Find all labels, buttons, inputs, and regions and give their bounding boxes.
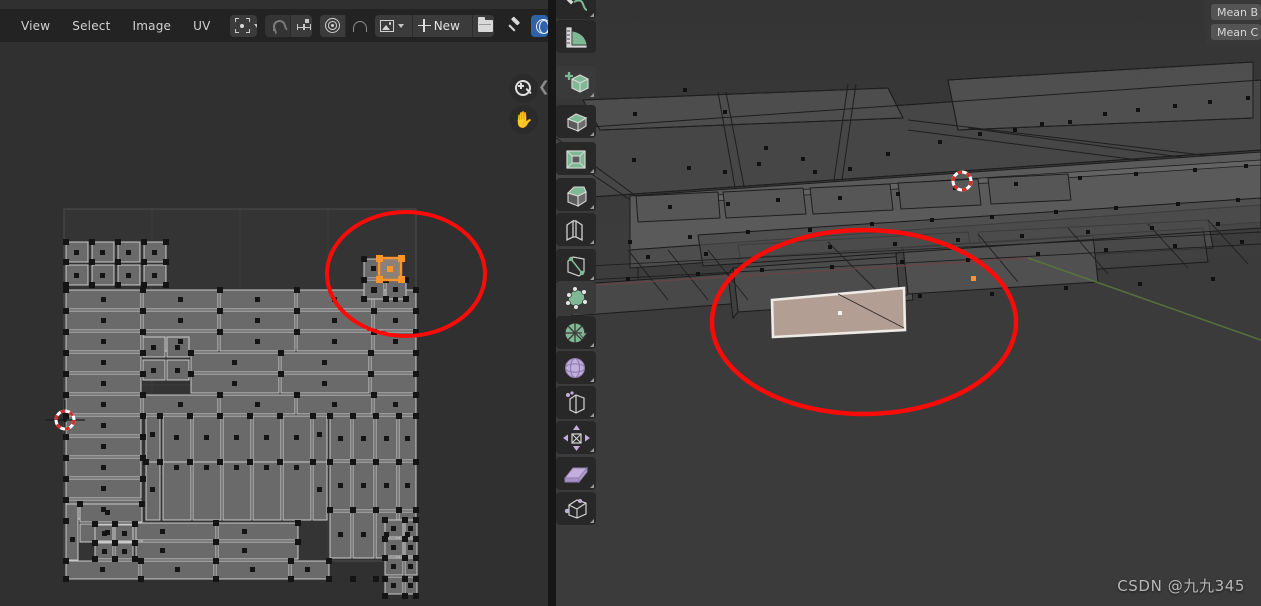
spin-icon: [565, 323, 588, 342]
plus-icon: [417, 19, 431, 32]
tool-spin[interactable]: [556, 316, 596, 349]
poly-build-icon: [564, 285, 588, 310]
open-image-label: Open: [493, 19, 494, 33]
shrink-fatten-icon: [562, 424, 590, 451]
pin-icon: [507, 18, 521, 34]
csdn-watermark: CSDN @九九345: [1117, 577, 1245, 595]
smooth-sphere-icon: [564, 357, 586, 378]
tool-shear[interactable]: [556, 457, 596, 490]
proportional-editing-toggle[interactable]: [319, 14, 346, 37]
chevron-left-icon[interactable]: ❮: [538, 79, 548, 95]
uv-canvas[interactable]: [0, 42, 548, 606]
tool-rip-region[interactable]: [556, 492, 596, 525]
chevron-down-icon: [253, 23, 257, 28]
uv-sync-selection-icon: [535, 18, 548, 34]
area-divider[interactable]: [548, 0, 556, 606]
tool-edge-slide[interactable]: [556, 386, 596, 419]
uv-select-mode-group: [229, 14, 257, 37]
bevel-icon: [566, 185, 587, 207]
snap-to-button[interactable]: [290, 14, 312, 37]
image-datablock-group: New Open: [374, 14, 494, 37]
add-cube-icon: [564, 71, 589, 93]
pan-hand-icon: ✋: [513, 109, 534, 129]
rip-region-icon: [564, 498, 587, 519]
mean-crease-button[interactable]: Mean C: [1211, 24, 1261, 40]
tool-smooth[interactable]: [556, 351, 596, 384]
image-datablock-icon: [379, 19, 394, 32]
menu-uv[interactable]: UV: [182, 15, 221, 37]
tool-expand-corner: [590, 343, 594, 347]
open-image-button[interactable]: Open: [472, 14, 494, 37]
menu-image[interactable]: Image: [122, 15, 183, 37]
uv-select-mode-button[interactable]: [229, 14, 257, 37]
viewport-sidebar-panel: Mean B Mean C: [1205, 0, 1261, 45]
tool-expand-corner: [590, 169, 594, 173]
tool-poly-build[interactable]: [556, 281, 596, 314]
uv-editor-header: View Select Image UV New: [0, 9, 548, 42]
uv-sync-selection-toggle[interactable]: [530, 14, 548, 37]
new-image-label: New: [433, 18, 460, 33]
pencil-stroke-icon: [565, 0, 588, 11]
tool-loop-cut[interactable]: [556, 213, 596, 246]
image-browse-button[interactable]: [374, 14, 413, 37]
tool-expand-corner: [590, 484, 594, 488]
3d-viewport[interactable]: Mean B Mean C: [548, 0, 1261, 606]
tool-expand-corner: [590, 448, 594, 452]
tool-shrink-fatten[interactable]: [556, 421, 596, 454]
loop-cut-icon: [566, 219, 583, 241]
tool-expand-corner: [590, 276, 594, 280]
smooth-falloff-icon: [351, 19, 367, 32]
zoom-gizmo[interactable]: [509, 74, 538, 103]
uv-editor-area: View Select Image UV New ✋: [0, 0, 548, 606]
tool-expand-corner: [590, 378, 594, 382]
tool-inset-faces[interactable]: [556, 142, 596, 175]
proportional-editing-group: [319, 14, 367, 37]
menu-view[interactable]: View: [10, 15, 61, 37]
tool-expand-corner: [590, 132, 594, 136]
ruler-icon: [565, 26, 588, 48]
tool-expand-corner: [590, 519, 594, 523]
tool-expand-corner: [590, 240, 594, 244]
knife-icon: [566, 255, 585, 277]
tool-annotate[interactable]: [556, 0, 596, 19]
blender-window: View Select Image UV New ✋ Mean B Mean C…: [0, 0, 1261, 606]
pin-group: [502, 15, 521, 37]
chevron-down-icon: [397, 23, 404, 28]
folder-icon: [477, 17, 493, 32]
vertex-select-icon: [234, 18, 250, 33]
menu-select[interactable]: Select: [61, 15, 121, 37]
zoom-magnifier-icon: [515, 80, 532, 97]
shear-icon: [563, 466, 589, 483]
viewport-toolbar: [556, 0, 598, 606]
selected-uv-face: [376, 255, 405, 283]
tool-expand-corner: [590, 413, 594, 417]
mean-bevel-weight-button[interactable]: Mean B: [1211, 4, 1261, 20]
tool-expand-corner: [590, 13, 594, 17]
falloff-button[interactable]: [346, 15, 367, 37]
tool-add-cube[interactable]: [556, 66, 596, 99]
pin-image-button[interactable]: [502, 15, 521, 37]
snapping-group: [264, 14, 312, 37]
proportional-editing-icon: [324, 18, 340, 33]
new-image-button[interactable]: New: [412, 14, 473, 37]
pan-gizmo[interactable]: ✋: [509, 105, 538, 134]
uv-sync-group: [530, 14, 548, 37]
extrude-region-icon: [566, 112, 587, 132]
tool-measure[interactable]: [556, 20, 596, 53]
tool-expand-corner: [590, 93, 594, 97]
inset-faces-icon: [566, 149, 586, 169]
snap-magnet-toggle[interactable]: [264, 14, 291, 37]
tool-bevel[interactable]: [556, 178, 596, 211]
tool-expand-corner: [590, 205, 594, 209]
edge-slide-icon: [565, 390, 585, 414]
tool-knife[interactable]: [556, 249, 596, 282]
tool-extrude-region[interactable]: [556, 105, 596, 138]
snap-increment-icon: [296, 18, 312, 33]
magnet-icon: [270, 18, 285, 33]
